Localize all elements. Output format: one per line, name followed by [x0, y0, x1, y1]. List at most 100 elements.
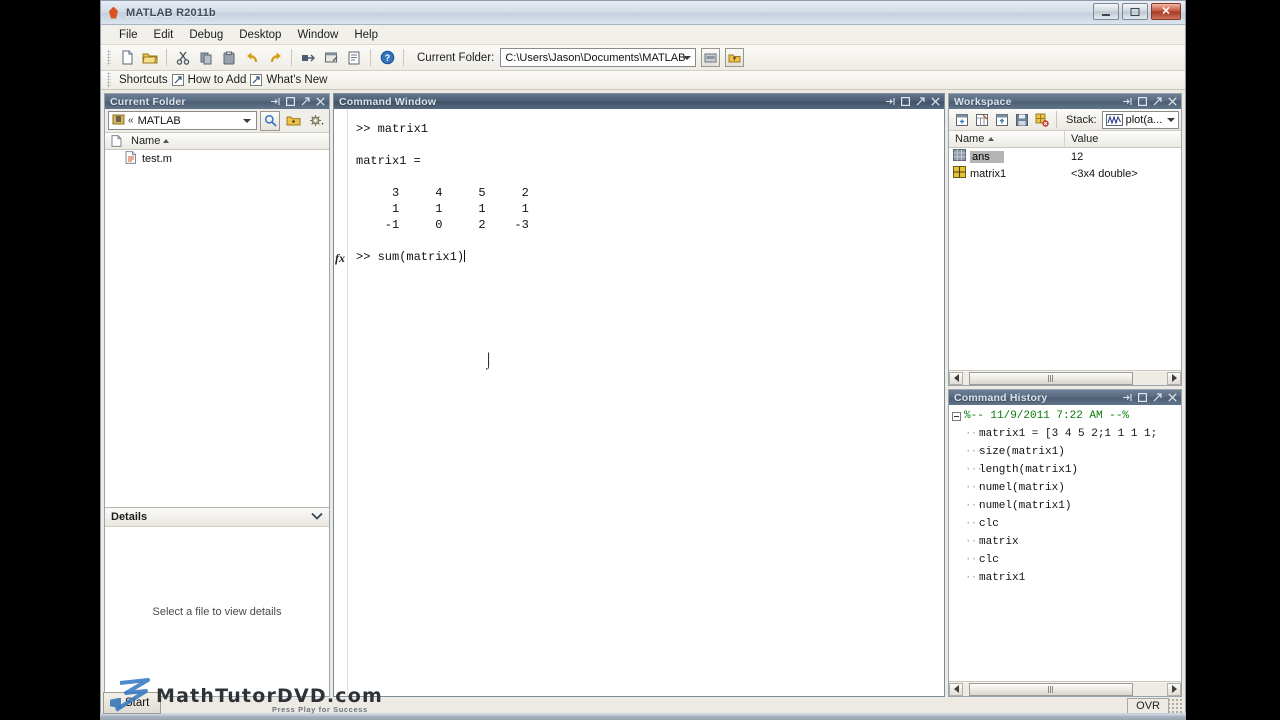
- scroll-track[interactable]: [963, 371, 1167, 385]
- redo-icon[interactable]: [264, 47, 286, 69]
- list-item[interactable]: matrix: [949, 533, 1181, 551]
- file-type-column-icon: [105, 135, 127, 147]
- close-panel-icon[interactable]: [1168, 393, 1177, 402]
- up-one-level-button[interactable]: [725, 48, 745, 67]
- undock-icon[interactable]: [1153, 393, 1162, 402]
- toolbar-grip[interactable]: [107, 49, 111, 66]
- scroll-thumb[interactable]: [969, 371, 1133, 385]
- browse-folder-button[interactable]: [701, 48, 721, 67]
- close-panel-icon[interactable]: [316, 97, 325, 106]
- maximize-panel-icon[interactable]: [901, 97, 910, 106]
- actions-gear-button[interactable]: [306, 111, 326, 131]
- command-history-horizontal-scrollbar[interactable]: [949, 681, 1181, 696]
- list-item[interactable]: numel(matrix): [949, 479, 1181, 497]
- close-panel-icon[interactable]: [1168, 97, 1177, 106]
- new-script-icon[interactable]: [116, 47, 138, 69]
- chevron-down-icon[interactable]: [311, 511, 323, 523]
- delete-variable-icon[interactable]: [1032, 110, 1051, 129]
- fx-prompt-icon[interactable]: fx: [335, 251, 345, 266]
- table-row[interactable]: ans 12: [949, 148, 1181, 165]
- session-timestamp: %-- 11/9/2011 7:22 AM --%: [964, 410, 1130, 422]
- maximize-panel-icon[interactable]: [1138, 97, 1147, 106]
- menu-file[interactable]: File: [111, 27, 146, 43]
- minimize-button[interactable]: [1093, 3, 1119, 20]
- overwrite-mode-indicator[interactable]: OVR: [1127, 698, 1169, 714]
- copy-icon[interactable]: [195, 47, 217, 69]
- save-workspace-icon[interactable]: [1012, 110, 1031, 129]
- list-item[interactable]: test.m: [105, 150, 329, 168]
- workspace-name-column-header[interactable]: Name: [949, 131, 1065, 147]
- maximize-panel-icon[interactable]: [1138, 393, 1147, 402]
- triangle-right-icon: [1171, 685, 1177, 693]
- history-session-header[interactable]: %-- 11/9/2011 7:22 AM --%: [949, 407, 1181, 425]
- workspace-horizontal-scrollbar[interactable]: [949, 370, 1181, 385]
- shortcuts-grip[interactable]: [107, 72, 111, 88]
- plot-selector-combo[interactable]: plot(a...: [1101, 110, 1180, 129]
- undock-icon[interactable]: [916, 97, 925, 106]
- command-prompt-line[interactable]: >> sum(matrix1): [356, 250, 464, 264]
- workspace-value-column-header[interactable]: Value: [1065, 133, 1181, 145]
- open-file-icon[interactable]: [139, 47, 161, 69]
- search-button[interactable]: [260, 110, 280, 131]
- window-titlebar: MATLAB R2011b ✕: [101, 1, 1185, 25]
- dock-icon[interactable]: [271, 97, 280, 106]
- command-history-list[interactable]: %-- 11/9/2011 7:22 AM --% matrix1 = [3 4…: [949, 405, 1181, 681]
- new-folder-button[interactable]: [283, 111, 303, 131]
- list-item[interactable]: clc: [949, 515, 1181, 533]
- list-item[interactable]: size(matrix1): [949, 443, 1181, 461]
- scroll-left-button[interactable]: [949, 682, 963, 696]
- list-item[interactable]: clc: [949, 551, 1181, 569]
- menu-help[interactable]: Help: [346, 27, 386, 43]
- workspace-table[interactable]: ans 12 matrix1 <3x4 double>: [949, 148, 1181, 370]
- maximize-button[interactable]: [1122, 3, 1148, 20]
- cut-icon[interactable]: [172, 47, 194, 69]
- simulink-icon[interactable]: [297, 47, 319, 69]
- scroll-right-button[interactable]: [1167, 371, 1181, 385]
- menu-edit[interactable]: Edit: [146, 27, 182, 43]
- details-header[interactable]: Details: [105, 507, 329, 526]
- list-item[interactable]: length(matrix1): [949, 461, 1181, 479]
- command-window-output[interactable]: >> matrix1 matrix1 = 3 4 5 2 1 1 1 1 -1 …: [348, 109, 944, 696]
- file-list[interactable]: test.m: [105, 150, 329, 507]
- menu-desktop[interactable]: Desktop: [231, 27, 289, 43]
- scroll-track[interactable]: [963, 682, 1167, 696]
- import-data-icon[interactable]: [992, 110, 1011, 129]
- scroll-thumb[interactable]: [969, 682, 1133, 696]
- new-variable-icon[interactable]: [952, 110, 971, 129]
- paste-icon[interactable]: [218, 47, 240, 69]
- dock-icon[interactable]: [886, 97, 895, 106]
- file-name-column-header[interactable]: Name: [127, 135, 329, 147]
- list-item[interactable]: numel(matrix1): [949, 497, 1181, 515]
- undo-icon[interactable]: [241, 47, 263, 69]
- current-folder-titlebar: Current Folder: [105, 94, 329, 109]
- shortcut-how-to-add[interactable]: How to Add: [188, 74, 247, 86]
- close-button[interactable]: ✕: [1151, 3, 1181, 20]
- maximize-panel-icon[interactable]: [286, 97, 295, 106]
- window-controls: ✕: [1093, 3, 1181, 20]
- list-item[interactable]: matrix1: [949, 569, 1181, 587]
- undock-icon[interactable]: [1153, 97, 1162, 106]
- m-file-icon: [125, 151, 137, 167]
- command-window-title: Command Window: [339, 95, 437, 108]
- dock-icon[interactable]: [1123, 393, 1132, 402]
- collapse-toggle-icon[interactable]: [952, 411, 961, 421]
- editor-icon[interactable]: [343, 47, 365, 69]
- command-window-body[interactable]: fx >> matrix1 matrix1 = 3 4 5 2 1 1 1 1 …: [334, 109, 944, 696]
- close-panel-icon[interactable]: [931, 97, 940, 106]
- undock-icon[interactable]: [301, 97, 310, 106]
- current-folder-combo[interactable]: C:\Users\Jason\Documents\MATLAB: [500, 48, 697, 67]
- menu-window[interactable]: Window: [289, 27, 346, 43]
- help-icon[interactable]: ?: [376, 47, 398, 69]
- folder-path-combo[interactable]: « MATLAB: [108, 111, 257, 130]
- shortcut-whats-new[interactable]: What's New: [266, 74, 327, 86]
- menu-debug[interactable]: Debug: [181, 27, 231, 43]
- list-item[interactable]: matrix1 = [3 4 5 2;1 1 1 1;: [949, 425, 1181, 443]
- scroll-right-button[interactable]: [1167, 682, 1181, 696]
- table-row[interactable]: matrix1 <3x4 double>: [949, 165, 1181, 182]
- window-resize-grip[interactable]: [1169, 698, 1183, 714]
- guide-icon[interactable]: [320, 47, 342, 69]
- scroll-left-button[interactable]: [949, 371, 963, 385]
- open-variable-icon[interactable]: [972, 110, 991, 129]
- dock-icon[interactable]: [1123, 97, 1132, 106]
- start-button[interactable]: Start: [103, 692, 161, 714]
